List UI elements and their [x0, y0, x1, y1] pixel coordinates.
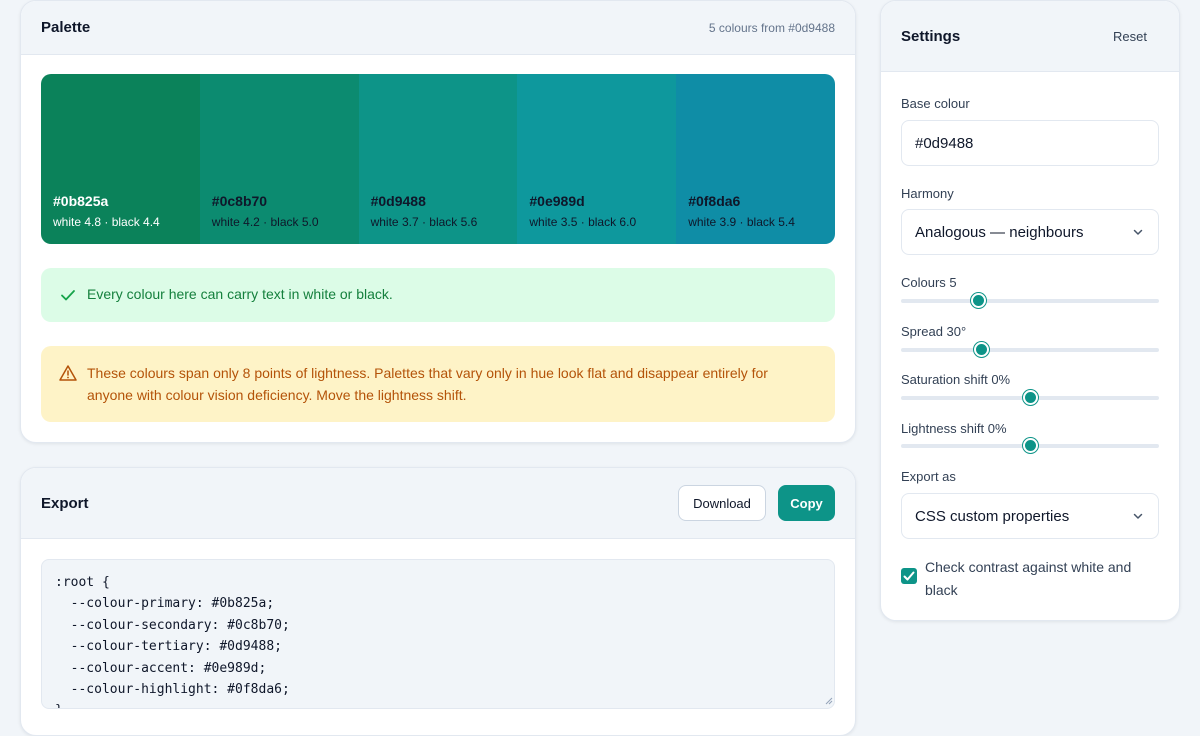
- harmony-label: Harmony: [901, 186, 954, 201]
- colours-label: Colours 5: [901, 275, 957, 290]
- spread-slider-thumb[interactable]: [973, 342, 989, 357]
- download-button[interactable]: Download: [678, 485, 766, 521]
- spread-label: Spread 30°: [901, 324, 967, 339]
- warning-notice-text: These colours span only 8 points of ligh…: [87, 365, 768, 403]
- saturation-slider-thumb[interactable]: [1023, 390, 1038, 405]
- saturation-slider[interactable]: [901, 390, 1159, 405]
- harmony-select[interactable]: Analogous — neighbours: [901, 209, 1159, 255]
- export-as-select[interactable]: CSS custom properties: [901, 493, 1159, 539]
- swatch[interactable]: #0f8da6 white 3.9 · black 5.4: [676, 74, 835, 244]
- swatch-contrast: white 4.2 · black 5.0: [211, 215, 319, 229]
- success-notice-text: Every colour here can carry text in whit…: [87, 286, 393, 302]
- swatch-contrast: white 3.7 · black 5.6: [370, 215, 478, 229]
- reset-button[interactable]: Reset: [1113, 29, 1147, 44]
- copy-button[interactable]: Copy: [778, 485, 835, 521]
- swatch[interactable]: #0b825a white 4.8 · black 4.4: [41, 74, 200, 244]
- swatch[interactable]: #0e989d white 3.5 · black 6.0: [517, 74, 677, 244]
- base-colour-label: Base colour: [901, 96, 970, 111]
- chevron-down-icon: [1133, 513, 1143, 519]
- settings-title: Settings: [901, 27, 961, 45]
- contrast-check-checkbox[interactable]: [901, 568, 917, 584]
- swatch-hex: #0f8da6: [688, 193, 741, 209]
- palette-card: Palette 5 colours from #0d9488 #0b825a wh…: [20, 0, 856, 443]
- chevron-down-icon: [1133, 229, 1143, 235]
- export-as-value: CSS custom properties: [915, 507, 1070, 525]
- swatch-hex: #0c8b70: [211, 193, 268, 209]
- export-card: Export Download Copy: [20, 467, 856, 736]
- settings-card: Settings Reset Base colour #0d9488 Harmo…: [880, 0, 1180, 621]
- base-colour-input[interactable]: #0d9488: [901, 120, 1159, 166]
- swatch[interactable]: #0c8b70 white 4.2 · black 5.0: [199, 74, 359, 244]
- palette-subtitle: 5 colours from #0d9488: [708, 20, 835, 35]
- palette-title: Palette: [41, 19, 91, 36]
- export-code-textarea[interactable]: [41, 559, 835, 709]
- contrast-check-label[interactable]: Check contrast against white and black: [925, 556, 1145, 602]
- resize-grip-icon[interactable]: [825, 697, 833, 705]
- export-header: Export Download Copy: [21, 468, 855, 539]
- lightness-slider[interactable]: [901, 438, 1159, 453]
- warning-triangle-icon: [59, 365, 77, 381]
- settings-header: Settings Reset: [881, 1, 1179, 72]
- colours-slider[interactable]: [901, 293, 1159, 308]
- base-colour-value: #0d9488: [915, 134, 974, 152]
- swatch-hex: #0d9488: [370, 193, 426, 209]
- swatch-contrast: white 3.5 · black 6.0: [529, 215, 637, 229]
- swatch-contrast: white 4.8 · black 4.4: [53, 215, 160, 229]
- lightness-label: Lightness shift 0%: [901, 421, 1007, 436]
- lightness-slider-thumb[interactable]: [1023, 438, 1038, 453]
- swatch[interactable]: #0d9488 white 3.7 · black 5.6: [358, 74, 518, 244]
- harmony-value: Analogous — neighbours: [915, 223, 1084, 241]
- swatch-hex: #0e989d: [529, 193, 585, 209]
- export-as-label: Export as: [901, 469, 956, 484]
- check-icon: [61, 290, 75, 301]
- checkmark-icon: [903, 571, 915, 581]
- lightness-warning-notice: These colours span only 8 points of ligh…: [41, 346, 835, 422]
- contrast-success-notice: Every colour here can carry text in whit…: [41, 268, 835, 322]
- export-actions: Download Copy: [678, 485, 835, 521]
- swatch-hex: #0b825a: [53, 193, 109, 209]
- spread-slider[interactable]: [901, 342, 1159, 357]
- palette-header: Palette 5 colours from #0d9488: [21, 1, 855, 55]
- saturation-label: Saturation shift 0%: [901, 372, 1011, 387]
- swatch-contrast: white 3.9 · black 5.4: [688, 215, 795, 229]
- swatch-strip: #0b825a white 4.8 · black 4.4 #0c8b70 white…: [41, 74, 835, 244]
- export-title: Export: [41, 494, 89, 512]
- colours-slider-thumb[interactable]: [971, 293, 987, 308]
